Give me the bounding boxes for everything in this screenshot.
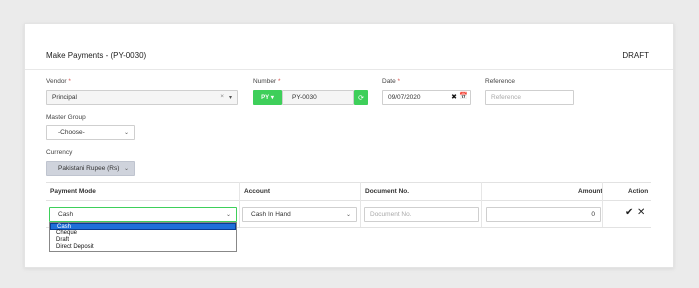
vendor-select[interactable]: Principal × ▾ [46, 90, 238, 105]
reference-input[interactable]: Reference [485, 90, 574, 105]
reference-label: Reference [485, 78, 515, 85]
number-label: Number * [253, 78, 281, 85]
header-document-no: Document No. [365, 188, 410, 195]
close-icon[interactable]: ✕ [637, 207, 645, 218]
account-select[interactable]: Cash In Hand ⌄ [242, 207, 357, 222]
currency-label: Currency [46, 149, 73, 156]
option-cash[interactable]: Cash [50, 223, 236, 230]
amount-input[interactable]: 0 [486, 207, 601, 222]
clear-date-icon[interactable]: ✖ [451, 93, 457, 101]
chevron-down-icon: ⌄ [225, 212, 231, 218]
option-cheque[interactable]: Cheque [50, 230, 236, 237]
chevron-down-icon: ⌄ [345, 212, 351, 218]
header-account: Account [244, 188, 270, 195]
make-payments-card: Make Payments - (PY-0030) DRAFT Vendor *… [24, 23, 674, 268]
header-amount: Amount [578, 188, 603, 195]
page-title: Make Payments - (PY-0030) [46, 51, 147, 60]
vendor-label: Vendor * [46, 78, 71, 85]
chevron-down-icon: ▾ [228, 95, 232, 101]
currency-select[interactable]: Pakistani Rupee (Rs) ⌄ [46, 161, 135, 176]
option-direct-deposit[interactable]: Direct Deposit [50, 244, 236, 251]
status-badge: DRAFT [622, 51, 649, 60]
number-input[interactable]: PY-0030 [282, 90, 354, 105]
payment-mode-options: Cash Cheque Draft Direct Deposit [49, 222, 237, 252]
payment-mode-select[interactable]: Cash ⌄ [49, 207, 237, 222]
chevron-down-icon: ⌄ [123, 166, 129, 172]
document-no-input[interactable]: Document No. [364, 207, 479, 222]
header-divider [25, 69, 673, 70]
number-prefix-button[interactable]: PY ▾ [253, 90, 282, 105]
vendor-value: Principal [52, 94, 77, 101]
table-header-row: Payment Mode Account Document No. Amount… [46, 182, 651, 201]
refresh-number-button[interactable]: ⟳ [354, 90, 368, 105]
master-group-select[interactable]: -Choose- ⌄ [46, 125, 135, 140]
header-payment-mode: Payment Mode [50, 188, 96, 195]
option-draft[interactable]: Draft [50, 237, 236, 244]
date-input[interactable]: 09/07/2020 ✖ 📅 [382, 90, 471, 105]
refresh-icon: ⟳ [358, 94, 364, 102]
master-group-label: Master Group [46, 114, 86, 121]
check-icon[interactable]: ✔ [625, 207, 633, 218]
date-label: Date * [382, 78, 401, 85]
chevron-down-icon: ⌄ [123, 130, 129, 136]
caret-down-icon: ▾ [270, 95, 274, 101]
clear-icon[interactable]: × [220, 93, 224, 100]
header-action: Action [628, 188, 649, 195]
calendar-icon[interactable]: 📅 [459, 92, 468, 100]
